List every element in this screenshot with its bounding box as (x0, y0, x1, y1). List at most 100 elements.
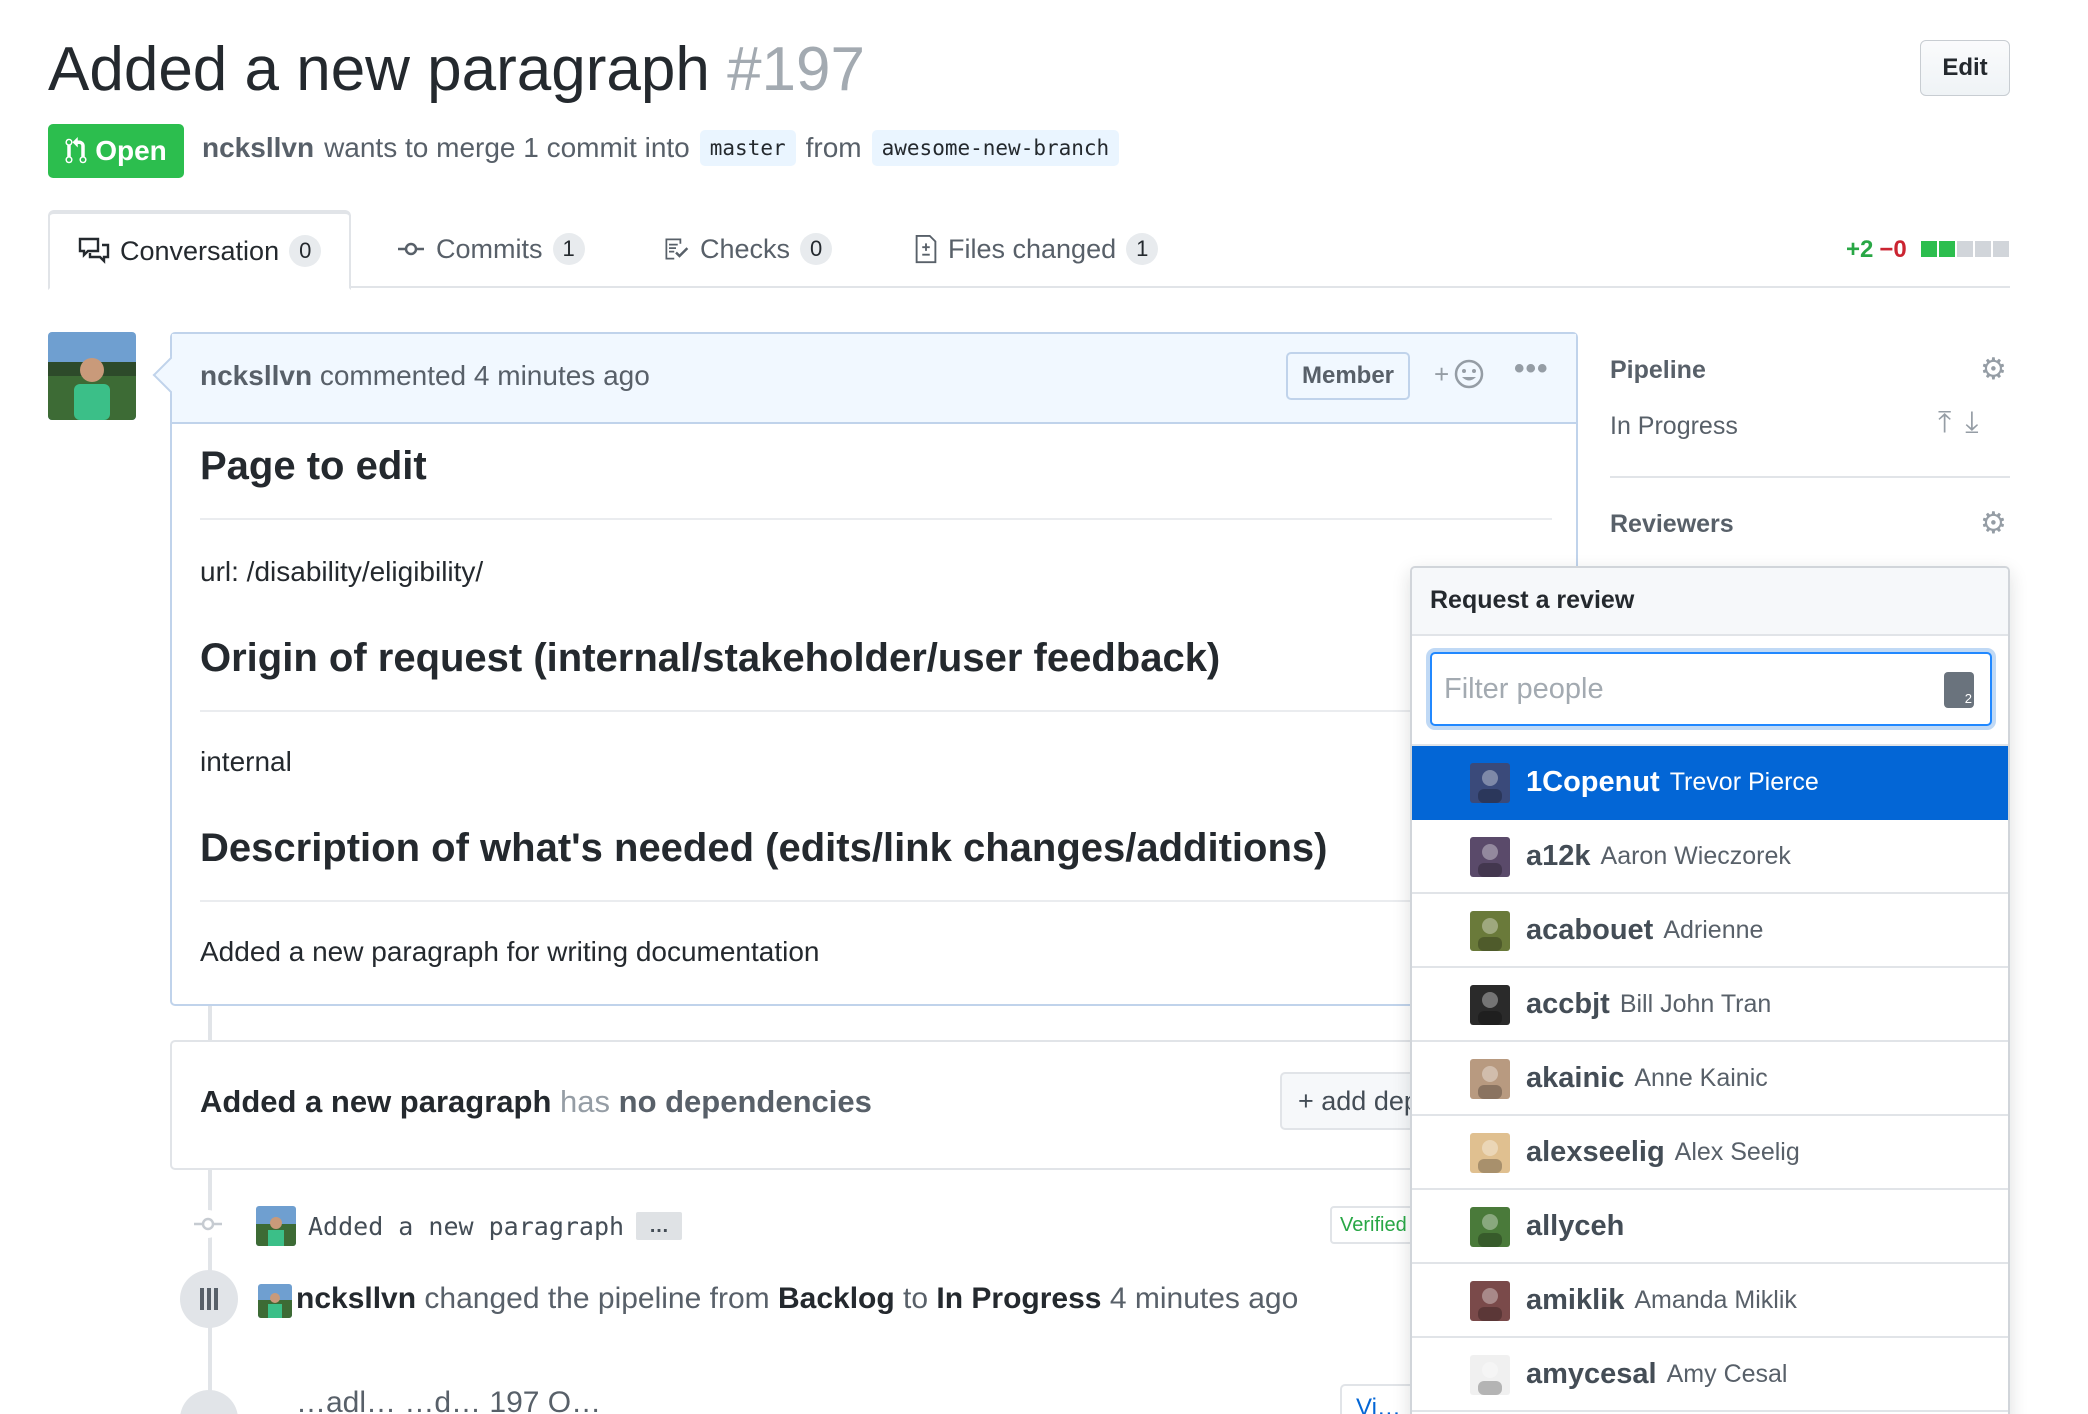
move-to-bottom-icon[interactable]: ⤓ (1965, 406, 1978, 440)
list-item[interactable]: acabouet Adrienne (1412, 894, 2008, 968)
pr-title-text: Added a new paragraph (48, 35, 710, 104)
edit-title-button[interactable]: Edit (1920, 40, 2010, 96)
list-item[interactable]: allyceh (1412, 1190, 2008, 1264)
tab-counter: 0 (289, 235, 322, 267)
person-login: amycesal (1526, 1357, 1657, 1390)
move-to-top-icon[interactable]: ⤒ (1938, 406, 1951, 440)
avatar[interactable] (258, 1284, 292, 1318)
pipeline-icon (180, 1270, 238, 1328)
rocket-icon (180, 1390, 238, 1414)
filter-wrapper: 2 (1412, 636, 2008, 746)
person-name: Bill John Tran (1619, 989, 1772, 1018)
person-login: acabouet (1526, 913, 1654, 946)
event-time: 4 minutes ago (1109, 1282, 1299, 1315)
avatar (1470, 985, 1510, 1025)
tab-label: Checks (700, 233, 791, 264)
member-badge: Member (1286, 352, 1410, 400)
sidebar-pipeline-title[interactable]: Pipeline (1610, 356, 1706, 385)
git-commit-icon (194, 1210, 222, 1238)
person-login: amiklik (1526, 1283, 1625, 1316)
pipeline-value: In Progress (1610, 412, 1738, 440)
git-commit-icon (398, 242, 424, 256)
dependencies-none: no dependencies (618, 1084, 872, 1119)
person-login: allyceh (1526, 1209, 1625, 1242)
comment-heading-1: Page to edit (200, 444, 427, 488)
pipeline-from: Backlog (777, 1282, 895, 1315)
avatar (1470, 837, 1510, 877)
tab-conversation[interactable]: Conversation 0 (48, 210, 352, 290)
person-name: Adrienne (1663, 915, 1764, 944)
tab-commits[interactable]: Commits 1 (396, 210, 585, 288)
diff-additions: +2 (1846, 236, 1874, 263)
list-item[interactable]: alexseelig Alex Seelig (1412, 1116, 2008, 1190)
author-link[interactable]: ncksllvn (202, 132, 314, 164)
tab-files-changed[interactable]: Files changed 1 (914, 210, 1159, 288)
dependencies-box: Added a new paragraph has no dependencie… (170, 1040, 1580, 1170)
avatar[interactable] (256, 1206, 296, 1246)
comment-time: commented 4 minutes ago (319, 360, 650, 391)
person-name: Amy Cesal (1666, 1359, 1788, 1388)
add-reaction-button[interactable]: + (1434, 358, 1485, 390)
base-branch[interactable]: master (699, 130, 796, 166)
list-item[interactable]: amiklik Amanda Miklik (1412, 1264, 2008, 1338)
filter-people-input[interactable] (1430, 652, 1992, 726)
avatar[interactable] (48, 332, 136, 420)
comment-header: ncksllvn commented 4 minutes ago Member … (172, 334, 1576, 424)
diff-blocks (1919, 236, 2009, 264)
pull-request-icon (65, 137, 87, 164)
request-review-dropdown: Request a review 2 1Copenut Trevor Pierce… (1410, 566, 2010, 1414)
event-text: …adl… …d… 197 O… (296, 1386, 602, 1414)
dependencies-title: Added a new paragraph (200, 1084, 552, 1119)
pipeline-to: In Progress (936, 1282, 1102, 1315)
avatar (1470, 1281, 1510, 1321)
list-item[interactable]: accbjt Bill John Tran (1412, 968, 2008, 1042)
commit-message-link[interactable]: Added a new paragraph (308, 1212, 624, 1241)
list-item[interactable]: amycesal Amy Cesal (1412, 1338, 2008, 1412)
person-name: Trevor Pierce (1669, 767, 1819, 796)
pipeline-event-text: ncksllvn changed the pipeline from Backl… (296, 1282, 1298, 1316)
tab-label: Commits (436, 233, 543, 264)
list-item[interactable]: a12k Aaron Wieczorek (1412, 820, 2008, 894)
comment-box: ncksllvn commented 4 minutes ago Member … (152, 332, 1578, 1006)
timeline-event-cutoff: …adl… …d… 197 O… Vi… (180, 1382, 1580, 1414)
person-login: accbjt (1526, 987, 1610, 1020)
dependencies-text: Added a new paragraph has no dependencie… (200, 1084, 872, 1120)
person-login: alexseelig (1526, 1135, 1665, 1168)
pr-number: #197 (727, 35, 866, 104)
head-branch[interactable]: awesome-new-branch (871, 130, 1120, 166)
checklist-icon (665, 238, 689, 260)
timeline-pipeline-event: ncksllvn changed the pipeline from Backl… (180, 1270, 1580, 1330)
gear-icon[interactable]: ⚙ (1980, 352, 2007, 387)
from-text: from (805, 132, 862, 163)
expand-commit-button[interactable]: … (636, 1212, 682, 1240)
event-actor[interactable]: ncksllvn (296, 1282, 416, 1315)
event-to: to (903, 1282, 929, 1315)
comment-heading-3: Description of what's needed (edits/link… (200, 826, 1328, 870)
event-text: changed the pipeline from (424, 1282, 770, 1315)
tab-label: Files changed (948, 233, 1117, 264)
person-name: Amanda Miklik (1634, 1285, 1797, 1314)
avatar (1470, 1207, 1510, 1247)
people-list: 1Copenut Trevor Pierce a12k Aaron Wieczorek… (1412, 746, 2008, 1412)
avatar (1470, 763, 1510, 803)
keyboard-shortcut-icon: 2 (1944, 672, 1974, 708)
gear-icon[interactable]: ⚙ (1980, 506, 2007, 541)
merge-summary: ncksllvn wants to merge 1 commit into ma… (202, 130, 1120, 166)
person-login: a12k (1526, 839, 1591, 872)
comment-author[interactable]: ncksllvn (200, 360, 312, 391)
avatar (1470, 1355, 1510, 1395)
comment-paragraph-3: Added a new paragraph for writing docume… (200, 936, 820, 967)
list-item[interactable]: akainic Anne Kainic (1412, 1042, 2008, 1116)
comment-meta: ncksllvn commented 4 minutes ago (200, 360, 650, 392)
tab-checks[interactable]: Checks 0 (662, 210, 833, 288)
person-name: Aaron Wieczorek (1600, 841, 1791, 870)
sidebar-reviewers-title[interactable]: Reviewers (1610, 510, 1734, 539)
diff-deletions: −0 (1879, 236, 1907, 263)
status-badge: Open (48, 124, 184, 178)
list-item[interactable]: 1Copenut Trevor Pierce (1412, 746, 2008, 820)
tab-counter: 1 (1126, 233, 1159, 265)
person-name: Anne Kainic (1634, 1063, 1768, 1092)
more-options-button[interactable]: ••• (1514, 352, 1549, 386)
dropdown-title: Request a review (1412, 568, 2008, 636)
smiley-icon (1454, 359, 1484, 389)
